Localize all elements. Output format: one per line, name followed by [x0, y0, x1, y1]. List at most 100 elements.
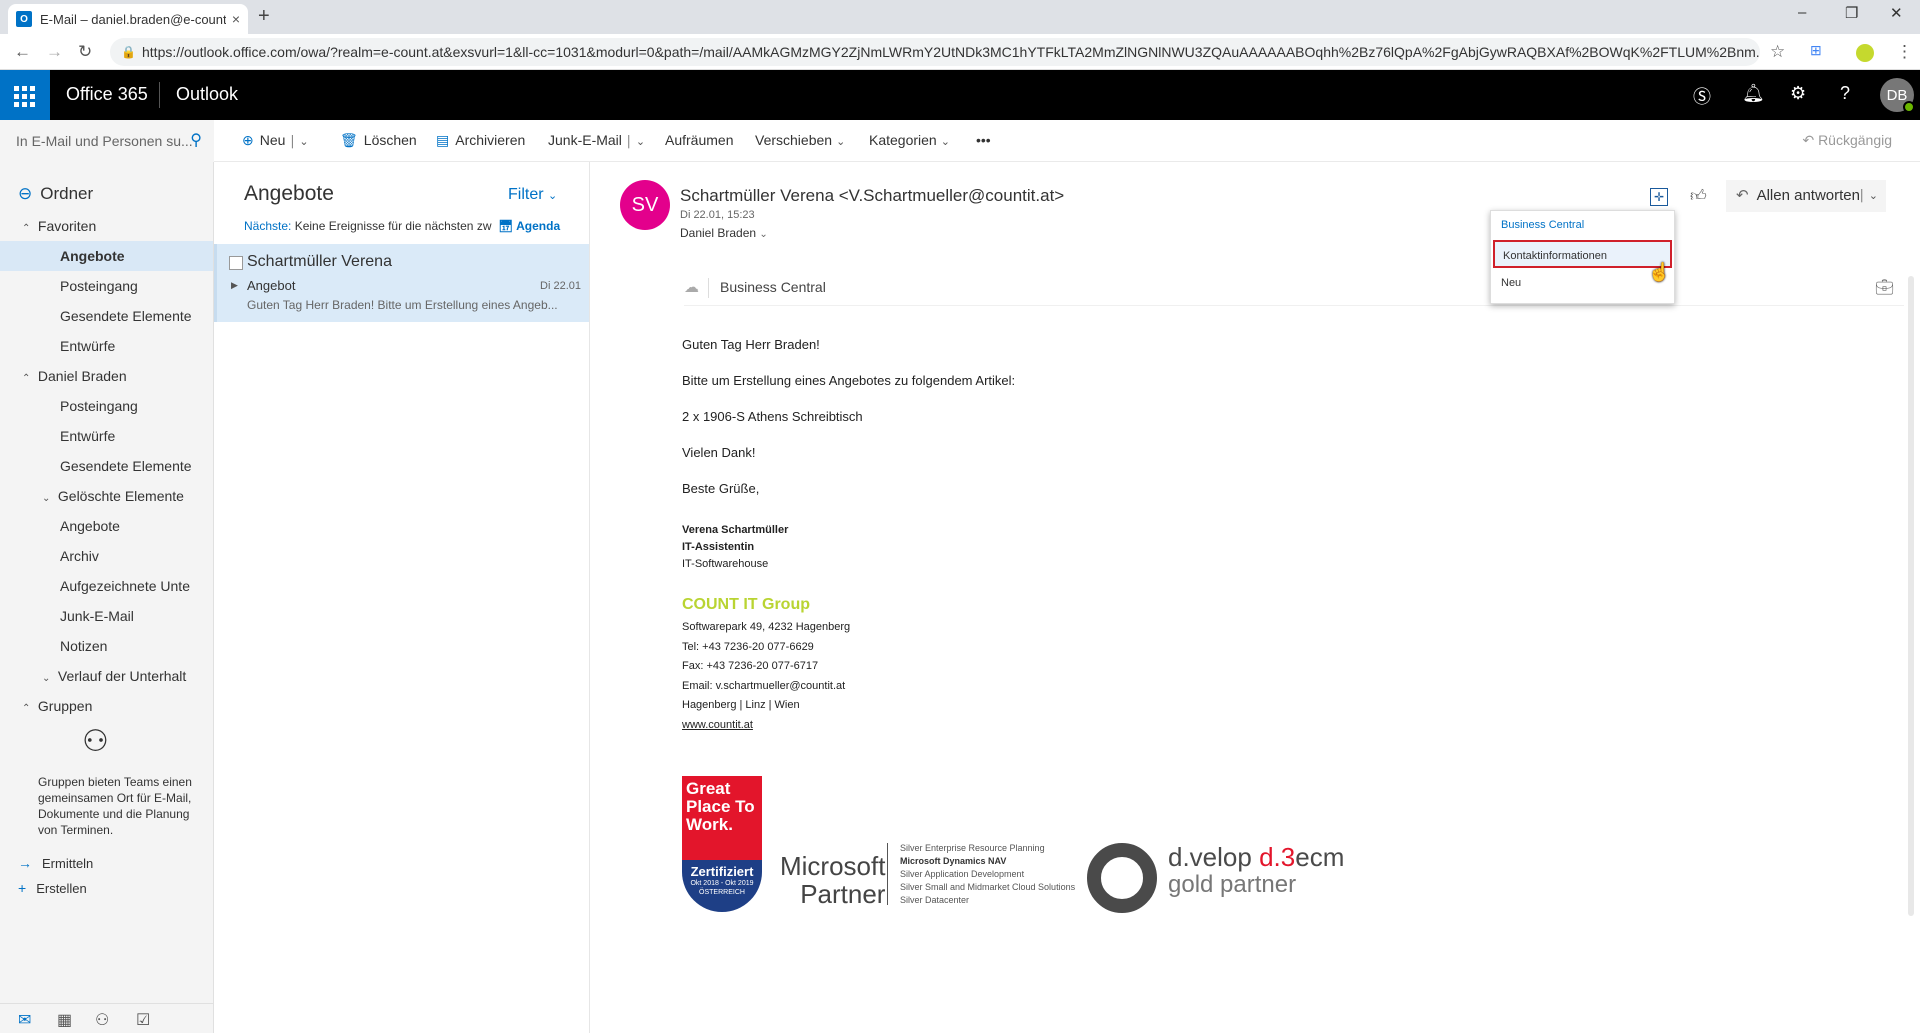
dvelop-ecm: ecm — [1295, 842, 1345, 872]
back-arrow-icon[interactable]: ← — [14, 42, 31, 62]
sender-avatar[interactable]: SV — [620, 180, 670, 230]
folders-header[interactable]: ⊖ Ordner — [18, 184, 93, 204]
tab-close-icon[interactable]: × — [232, 11, 240, 27]
minimize-button[interactable]: – — [1798, 4, 1806, 21]
lock-icon: 🔒 — [121, 45, 136, 59]
restore-button[interactable]: ❐ — [1845, 4, 1858, 22]
skype-icon[interactable]: Ⓢ — [1693, 83, 1711, 109]
website-link[interactable]: www.countit.at — [682, 716, 850, 736]
browser-menu-icon[interactable]: ⋮ — [1896, 42, 1913, 62]
agenda-label: Agenda — [516, 219, 561, 233]
folder-item[interactable]: Archiv — [0, 541, 213, 571]
avatar[interactable]: DB — [1880, 78, 1915, 113]
search-input[interactable]: In E-Mail und Personen su... ⚲ — [0, 120, 214, 162]
ms-line1: Microsoft — [780, 851, 886, 881]
profile-extension-icon[interactable] — [1856, 44, 1874, 62]
reading-scrollbar[interactable] — [1908, 276, 1914, 916]
back-circle-icon[interactable]: ⊖ — [18, 184, 32, 203]
bookmark-star-icon[interactable]: ☆ — [1770, 42, 1785, 62]
close-window-button[interactable]: ✕ — [1890, 4, 1903, 22]
app-launcher-icon[interactable] — [0, 70, 50, 120]
folder-item-angebote[interactable]: Angebote — [0, 241, 213, 271]
gear-icon[interactable]: ⚙ — [1790, 83, 1806, 104]
undo-button[interactable]: ↶ Rückgängig — [1802, 132, 1892, 149]
folder-item[interactable]: Entwürfe — [0, 421, 213, 451]
new-tab-button[interactable]: + — [258, 5, 270, 28]
recipient[interactable]: Daniel Braden ⌄ — [680, 226, 768, 240]
signature-title: IT-Assistentin — [682, 541, 755, 553]
search-icon[interactable]: ⚲ — [190, 120, 202, 162]
search-placeholder: In E-Mail und Personen su... — [16, 133, 193, 149]
folder-item[interactable]: Aufgezeichnete Unte — [0, 571, 213, 601]
folder-item-deleted[interactable]: ⌄ Gelöschte Elemente — [0, 481, 213, 511]
tasks-icon[interactable]: ☑ — [136, 1010, 150, 1030]
calendar-icon[interactable]: ▦ — [57, 1010, 72, 1030]
account-group[interactable]: ⌃ Daniel Braden — [0, 361, 213, 391]
chevron-down-icon[interactable]: │ ⌄ — [1859, 180, 1878, 212]
folder-item-gesendete[interactable]: Gesendete Elemente — [0, 301, 213, 331]
groups-label: Gruppen — [37, 698, 93, 714]
suite-title[interactable]: Office 365 — [66, 84, 148, 105]
expand-triangle-icon[interactable]: ▶ — [231, 280, 238, 291]
reload-icon[interactable]: ↻ — [78, 42, 92, 62]
dvelop-partner: gold partner — [1168, 871, 1297, 898]
business-central-addin-icon[interactable]: ✛ — [1650, 188, 1668, 206]
menu-item-new[interactable]: Neu — [1493, 269, 1672, 297]
folder-item[interactable]: Notizen — [0, 631, 213, 661]
fax: Fax: +43 7236-20 077-6717 — [682, 660, 819, 672]
cleanup-button[interactable]: Aufräumen — [665, 132, 733, 148]
folder-item[interactable]: Gesendete Elemente — [0, 451, 213, 481]
caret-up-icon: ⌃ — [22, 703, 31, 714]
outlook-favicon-icon: O — [16, 11, 32, 27]
chevron-down-icon[interactable]: │ ⌄ — [626, 136, 645, 148]
addin-label[interactable]: Business Central — [720, 279, 826, 295]
mail-icon[interactable]: ✉ — [18, 1010, 31, 1030]
body-greeting: Guten Tag Herr Braden! — [682, 337, 820, 352]
addin-bar: ☁ Business Central 💼︎ — [684, 270, 1904, 306]
reply-all-icon: ↶ — [1736, 187, 1749, 204]
briefcase-icon[interactable]: 💼︎ — [1875, 278, 1894, 296]
competency: Silver Datacenter — [900, 895, 970, 905]
ms-line2: Partner — [800, 879, 886, 909]
reply-all-button[interactable]: ↶ Allen antworten │ ⌄ — [1726, 180, 1886, 212]
avatar-initials: DB — [1886, 86, 1908, 104]
sender-name[interactable]: Schartmüller Verena <V.Schartmueller@cou… — [680, 186, 1064, 206]
people-icon[interactable]: ⚇ — [95, 1010, 109, 1030]
like-icon[interactable]: 👍︎ — [1690, 187, 1707, 206]
groups-group[interactable]: ⌃ Gruppen — [0, 691, 213, 721]
move-button[interactable]: Verschieben ⌄ — [755, 132, 845, 148]
recipient-name: Daniel Braden — [680, 226, 757, 240]
categories-button[interactable]: Kategorien ⌄ — [869, 132, 950, 148]
more-options-button[interactable]: ••• — [976, 132, 991, 148]
new-button[interactable]: ⊕ Neu │ ⌄ — [242, 132, 309, 149]
folder-item-history[interactable]: ⌄ Verlauf der Unterhalt — [0, 661, 213, 691]
gptw-country: ÖSTERREICH — [699, 889, 745, 896]
url-field[interactable]: 🔒 https://outlook.office.com/owa/?realm=… — [110, 38, 1760, 66]
create-link[interactable]: + Erstellen — [18, 880, 87, 896]
folder-item-entwuerfe[interactable]: Entwürfe — [0, 331, 213, 361]
folder-item[interactable]: Posteingang — [0, 391, 213, 421]
archive-button[interactable]: ▤ Archivieren — [436, 132, 525, 149]
junk-button[interactable]: Junk-E-Mail │ ⌄ — [548, 132, 645, 148]
folder-item[interactable]: Angebote — [0, 511, 213, 541]
bell-icon[interactable]: 🔔︎ — [1742, 83, 1765, 104]
discover-link[interactable]: → Ermitteln — [18, 855, 93, 871]
folder-item[interactable]: Junk-E-Mail — [0, 601, 213, 631]
menu-item-contact-info[interactable]: Kontaktinformationen — [1493, 240, 1672, 268]
chevron-down-icon[interactable]: │ ⌄ — [289, 136, 308, 148]
dvelop-d3: d.3 — [1259, 842, 1296, 872]
caret-down-icon: ⌄ — [42, 673, 51, 684]
forward-arrow-icon[interactable]: → — [46, 42, 63, 62]
folder-item-posteingang[interactable]: Posteingang — [0, 271, 213, 301]
list-item[interactable]: Schartmüller Verena ▶ Angebot Di 22.01 G… — [214, 244, 589, 322]
browser-tab[interactable]: O E-Mail – daniel.braden@e-count. × — [8, 4, 248, 34]
delete-button[interactable]: 🗑︎ Löschen — [340, 132, 417, 149]
favorites-group[interactable]: ⌃ Favoriten — [0, 211, 213, 241]
translate-icon[interactable]: ⊞ — [1810, 42, 1822, 59]
app-title[interactable]: Outlook — [176, 84, 238, 105]
filter-button[interactable]: Filter ⌄ — [508, 186, 557, 204]
select-checkbox[interactable] — [229, 256, 243, 270]
agenda-link[interactable]: 📅︎ Agenda — [498, 219, 560, 233]
arrow-right-icon: → — [18, 855, 32, 871]
help-icon[interactable]: ? — [1840, 83, 1850, 104]
